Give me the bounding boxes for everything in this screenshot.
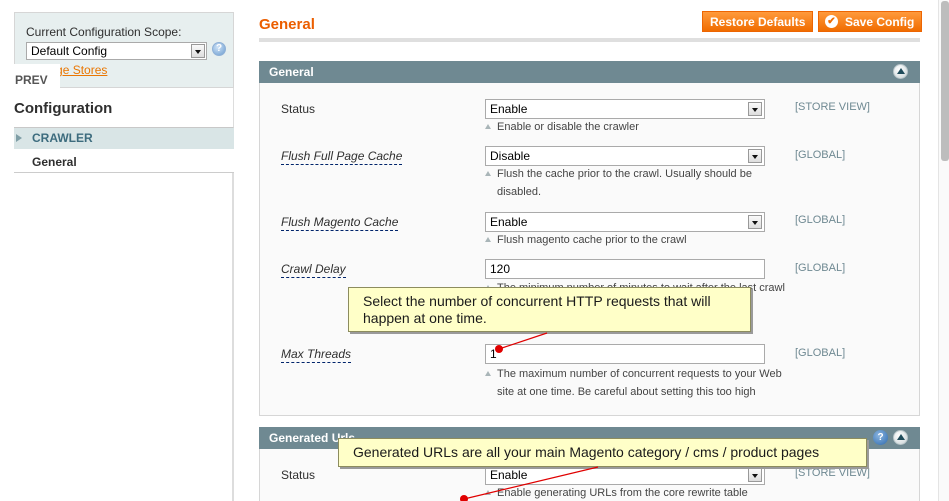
field-note: Enable or disable the crawler (485, 118, 787, 136)
field-note: Flush magento cache prior to the crawl (485, 231, 787, 249)
note-text: Enable or disable the crawler (497, 121, 639, 133)
collapse-icon[interactable] (893, 64, 908, 79)
crawl-delay-input[interactable] (485, 259, 765, 279)
status-select[interactable]: Enable (485, 99, 765, 119)
field-label-max-threads: Max Threads (281, 347, 352, 363)
note-caret-icon (485, 237, 491, 242)
scope-label: Current Configuration Scope: (26, 25, 182, 39)
note-caret-icon (485, 124, 491, 129)
sidebar-group-crawler[interactable]: CRAWLER (14, 128, 234, 149)
vertical-scrollbar[interactable] (938, 0, 949, 501)
section-header-general[interactable]: General (259, 61, 920, 83)
note-caret-icon (485, 171, 491, 176)
chevron-down-icon (748, 102, 762, 116)
note-text: Enable generating URLs from the core rew… (497, 487, 748, 499)
restore-defaults-button[interactable]: Restore Defaults (702, 11, 814, 32)
scrollbar-thumb[interactable] (941, 1, 949, 161)
note-caret-icon (485, 371, 491, 376)
prev-tab[interactable]: PREV (0, 64, 60, 88)
flush-fpc-select-value: Disable (490, 149, 531, 163)
help-icon[interactable]: ? (212, 42, 226, 56)
field-note: The maximum number of concurrent request… (485, 365, 787, 401)
help-icon[interactable]: ? (873, 430, 888, 445)
save-config-label: Save Config (845, 15, 915, 29)
scope-tag: [GLOBAL] (795, 149, 846, 161)
title-divider (259, 38, 920, 42)
collapse-icon[interactable] (893, 430, 908, 445)
configuration-heading: Configuration (14, 88, 234, 128)
chevron-down-icon (748, 215, 762, 229)
sidebar-group-label: CRAWLER (32, 131, 93, 145)
scope-select[interactable]: Default Config (26, 42, 207, 60)
scope-tag: [STORE VIEW] (795, 101, 870, 113)
scope-tag: [GLOBAL] (795, 347, 846, 359)
generated-status-select[interactable]: Enable (485, 465, 765, 485)
field-label-status: Status (281, 102, 316, 116)
generated-status-select-value: Enable (490, 468, 528, 482)
sidebar-divider (232, 173, 234, 501)
scope-select-value: Default Config (31, 44, 108, 58)
field-label-flush-fpc: Flush Full Page Cache (281, 149, 403, 165)
save-config-button[interactable]: ✔ Save Config (818, 11, 923, 32)
tooltip-callout-threads: Select the number of concurrent HTTP req… (348, 287, 751, 332)
flush-magento-select[interactable]: Enable (485, 212, 765, 232)
field-label-status: Status (281, 468, 316, 482)
field-label-crawl-delay: Crawl Delay (281, 262, 346, 278)
field-label-flush-magento: Flush Magento Cache (281, 215, 399, 231)
scope-tag: [GLOBAL] (795, 262, 846, 274)
chevron-down-icon (748, 468, 762, 482)
flush-magento-select-value: Enable (490, 215, 528, 229)
field-note: Enable generating URLs from the core rew… (485, 484, 787, 501)
magento-config-page: Current Configuration Scope: Default Con… (0, 0, 949, 501)
status-select-value: Enable (490, 102, 528, 116)
tooltip-callout-generated: Generated URLs are all your main Magento… (338, 438, 867, 467)
flush-fpc-select[interactable]: Disable (485, 146, 765, 166)
note-caret-icon (485, 490, 491, 495)
note-text: Flush magento cache prior to the crawl (497, 234, 687, 246)
scope-tag: [STORE VIEW] (795, 467, 870, 479)
expand-arrow-icon (16, 134, 22, 142)
field-note: Flush the cache prior to the crawl. Usua… (485, 165, 767, 201)
note-text: Flush the cache prior to the crawl. Usua… (497, 168, 752, 198)
section-title: General (269, 65, 314, 79)
sidebar-item-general[interactable]: General (14, 149, 234, 173)
note-text: The maximum number of concurrent request… (497, 368, 782, 398)
page-title: General (259, 16, 315, 33)
checkmark-icon: ✔ (825, 15, 838, 28)
chevron-down-icon (748, 149, 762, 163)
scope-tag: [GLOBAL] (795, 214, 846, 226)
max-threads-input[interactable] (485, 344, 765, 364)
chevron-down-icon (191, 44, 205, 58)
